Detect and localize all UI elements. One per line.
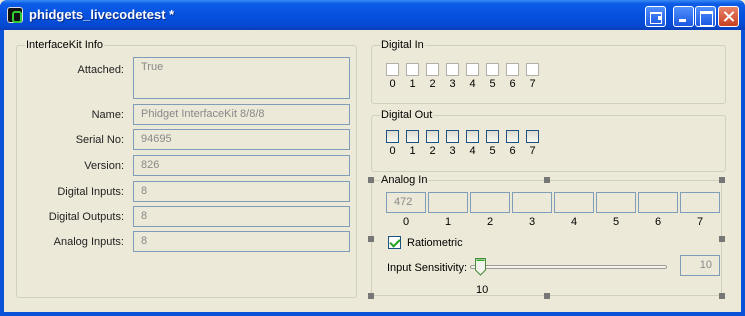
digital-in-index-2: 2 xyxy=(429,78,436,90)
window-title: phidgets_livecodetest * xyxy=(29,7,175,22)
group-label-digital-in: Digital In xyxy=(380,39,425,51)
digital-in-checkbox-4[interactable] xyxy=(466,63,479,76)
digital-in-index-3: 3 xyxy=(449,78,456,90)
digital-in-index-7: 7 xyxy=(529,78,536,90)
digital-in-index-0: 0 xyxy=(389,78,396,90)
title-bar[interactable]: phidgets_livecodetest * xyxy=(0,0,745,30)
analog-inputs-label: Analog Inputs: xyxy=(53,236,124,248)
analog-in-value-7[interactable] xyxy=(680,192,720,213)
analog-in-value-3[interactable] xyxy=(512,192,552,213)
name-label: Name: xyxy=(91,109,124,121)
serial-no-field[interactable]: 94695 xyxy=(133,129,350,150)
attached-field[interactable]: True xyxy=(133,57,350,99)
analog-in-value-4[interactable] xyxy=(554,192,594,213)
analog-in-group[interactable]: Analog In 472 0 1 2 3 4 5 6 7 Ratiometri… xyxy=(368,174,725,299)
input-sensitivity-label: Input Sensitivity: xyxy=(387,262,468,274)
analog-in-index-4: 4 xyxy=(570,216,578,228)
digital-out-checkbox-4[interactable] xyxy=(466,130,479,143)
digital-out-checkbox-5[interactable] xyxy=(486,130,499,143)
analog-in-index-3: 3 xyxy=(528,216,536,228)
resize-handle-mr[interactable] xyxy=(719,236,725,242)
digital-out-checkbox-7[interactable] xyxy=(526,130,539,143)
digital-in-checkbox-2[interactable] xyxy=(426,63,439,76)
group-label-interfacekit-info: InterfaceKit Info xyxy=(25,39,105,51)
analog-in-index-1: 1 xyxy=(444,216,452,228)
ratiometric-checkbox[interactable] xyxy=(388,236,401,249)
resize-handle-ml[interactable] xyxy=(368,236,374,242)
digital-out-checkbox-2[interactable] xyxy=(426,130,439,143)
resize-handle-bm[interactable] xyxy=(544,293,550,299)
analog-in-value-2[interactable] xyxy=(470,192,510,213)
digital-outputs-label: Digital Outputs: xyxy=(48,211,124,223)
analog-in-value-6[interactable] xyxy=(638,192,678,213)
app-window: phidgets_livecodetest * InterfaceKit Inf… xyxy=(0,0,745,316)
digital-out-index-7: 7 xyxy=(529,145,536,157)
digital-outputs-field[interactable]: 8 xyxy=(133,206,350,227)
group-label-digital-out: Digital Out xyxy=(380,109,434,121)
sensitivity-slider-thumb[interactable] xyxy=(475,258,486,276)
digital-in-checkbox-1[interactable] xyxy=(406,63,419,76)
digital-in-checkbox-6[interactable] xyxy=(506,63,519,76)
maximize-button[interactable] xyxy=(695,6,716,27)
app-icon xyxy=(7,7,23,23)
digital-inputs-label: Digital Inputs: xyxy=(57,186,124,198)
analog-in-value-5[interactable] xyxy=(596,192,636,213)
digital-out-index-1: 1 xyxy=(409,145,416,157)
minimize-button[interactable] xyxy=(673,6,694,27)
ratiometric-label: Ratiometric xyxy=(407,237,463,249)
analog-in-index-7: 7 xyxy=(696,216,704,228)
digital-out-checkbox-3[interactable] xyxy=(446,130,459,143)
analog-inputs-field[interactable]: 8 xyxy=(133,231,350,252)
digital-out-index-0: 0 xyxy=(389,145,396,157)
digital-out-group: Digital Out 0 1 2 3 4 5 6 7 xyxy=(371,109,726,172)
digital-in-index-1: 1 xyxy=(409,78,416,90)
analog-in-value-1[interactable] xyxy=(428,192,468,213)
digital-in-index-6: 6 xyxy=(509,78,516,90)
digital-in-checkbox-3[interactable] xyxy=(446,63,459,76)
digital-out-index-4: 4 xyxy=(469,145,476,157)
group-label-analog-in: Analog In xyxy=(380,174,429,186)
resize-handle-tl[interactable] xyxy=(368,177,374,183)
digital-in-index-5: 5 xyxy=(489,78,496,90)
name-field[interactable]: Phidget InterfaceKit 8/8/8 xyxy=(133,104,350,125)
analog-in-index-0: 0 xyxy=(402,216,410,228)
close-button[interactable] xyxy=(718,6,739,27)
restore-icon[interactable] xyxy=(645,6,666,27)
analog-in-index-2: 2 xyxy=(486,216,494,228)
digital-out-checkbox-0[interactable] xyxy=(386,130,399,143)
resize-handle-br[interactable] xyxy=(719,293,725,299)
digital-in-checkbox-0[interactable] xyxy=(386,63,399,76)
digital-out-index-6: 6 xyxy=(509,145,516,157)
digital-in-checkbox-5[interactable] xyxy=(486,63,499,76)
digital-out-index-3: 3 xyxy=(449,145,456,157)
digital-in-group: Digital In 0 1 2 3 4 5 6 7 xyxy=(371,39,726,104)
serial-no-label: Serial No: xyxy=(75,134,124,146)
window-client: InterfaceKit Info Attached: True Name: P… xyxy=(4,30,741,312)
digital-out-checkbox-1[interactable] xyxy=(406,130,419,143)
analog-in-value-0[interactable]: 472 xyxy=(386,192,426,213)
resize-handle-bl[interactable] xyxy=(368,293,374,299)
analog-in-index-6: 6 xyxy=(654,216,662,228)
analog-in-index-5: 5 xyxy=(612,216,620,228)
digital-inputs-field[interactable]: 8 xyxy=(133,181,350,202)
interfacekit-info-group: InterfaceKit Info Attached: True Name: P… xyxy=(16,39,357,298)
sensitivity-tick-label: 10 xyxy=(476,284,489,296)
version-label: Version: xyxy=(84,160,124,172)
digital-out-index-5: 5 xyxy=(489,145,496,157)
sensitivity-value-field[interactable]: 10 xyxy=(680,255,720,276)
version-field[interactable]: 826 xyxy=(133,155,350,176)
sensitivity-slider-track[interactable] xyxy=(470,265,667,269)
resize-handle-tm[interactable] xyxy=(544,177,550,183)
digital-out-index-2: 2 xyxy=(429,145,436,157)
attached-label: Attached: xyxy=(77,64,124,76)
digital-out-checkbox-6[interactable] xyxy=(506,130,519,143)
digital-in-checkbox-7[interactable] xyxy=(526,63,539,76)
digital-in-index-4: 4 xyxy=(469,78,476,90)
resize-handle-tr[interactable] xyxy=(719,177,725,183)
